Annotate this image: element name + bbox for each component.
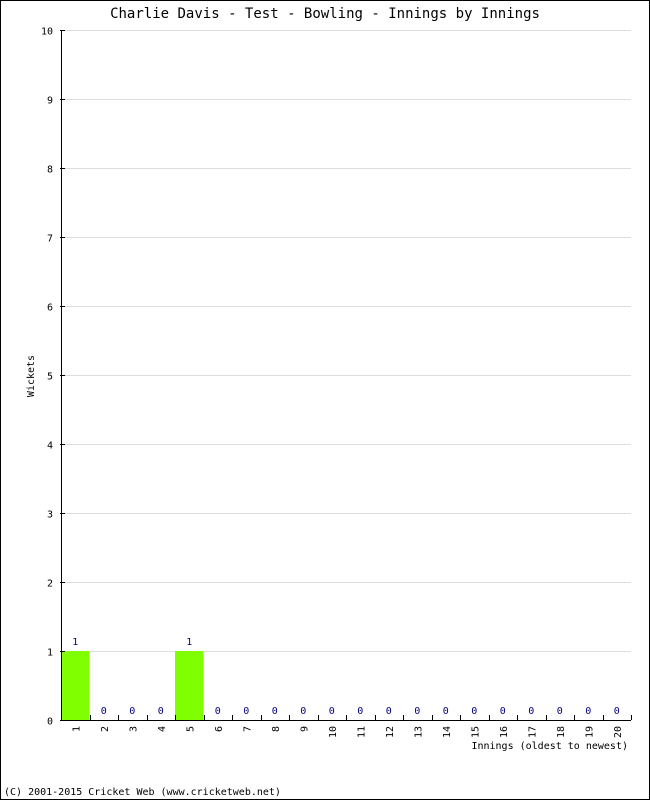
x-tick-label: 5 — [185, 726, 196, 732]
x-tick-label: 20 — [613, 726, 624, 738]
x-tick-label: 6 — [214, 726, 225, 732]
x-tick-label: 2 — [100, 726, 111, 732]
y-tick-label: 0 — [47, 717, 53, 728]
y-tick-label: 2 — [47, 579, 53, 590]
chart-title: Charlie Davis - Test - Bowling - Innings… — [110, 6, 540, 22]
bar-chart: Charlie Davis - Test - Bowling - Innings… — [4, 6, 632, 798]
y-tick-label: 4 — [47, 441, 53, 452]
data-label: 0 — [528, 706, 534, 717]
data-label: 0 — [500, 706, 506, 717]
x-tick-label: 9 — [299, 726, 310, 732]
x-ticks: 1 2 3 4 5 6 7 8 9 10 11 12 13 14 15 16 17 18 19 20 — [71, 715, 632, 738]
data-label: 0 — [471, 706, 477, 717]
data-label: 1 — [186, 637, 192, 648]
copyright-footer: (C) 2001-2015 Cricket Web (www.cricketwe… — [4, 787, 281, 798]
x-tick-label: 19 — [584, 726, 595, 738]
x-tick-label: 13 — [413, 726, 424, 738]
y-tick-label: 5 — [47, 372, 53, 383]
y-tick-label: 6 — [47, 303, 53, 314]
data-label: 0 — [300, 706, 306, 717]
x-axis-label: Innings (oldest to newest) — [471, 741, 628, 752]
x-tick-label: 14 — [442, 726, 453, 738]
y-tick-label: 10 — [41, 27, 53, 38]
data-label: 0 — [443, 706, 449, 717]
data-label: 0 — [585, 706, 591, 717]
x-tick-label: 3 — [128, 726, 139, 732]
x-tick-label: 16 — [499, 726, 510, 738]
x-tick-label: 17 — [527, 726, 538, 738]
data-label: 0 — [329, 706, 335, 717]
data-label: 0 — [243, 706, 249, 717]
x-tick-label: 12 — [385, 726, 396, 738]
bar — [175, 651, 204, 720]
grid-lines — [61, 30, 631, 652]
bar — [61, 651, 90, 720]
data-label: 0 — [557, 706, 563, 717]
data-label: 0 — [614, 706, 620, 717]
x-tick-label: 18 — [556, 726, 567, 738]
x-tick-label: 7 — [242, 726, 253, 732]
data-label: 0 — [272, 706, 278, 717]
y-axis-label: Wickets — [26, 355, 37, 397]
data-label: 0 — [357, 706, 363, 717]
data-label: 1 — [72, 637, 78, 648]
data-label: 0 — [101, 706, 107, 717]
data-labels: 1 0 0 0 1 0 0 0 0 0 0 0 0 0 0 0 0 0 0 0 — [72, 637, 620, 717]
y-tick-label: 9 — [47, 96, 53, 107]
x-tick-label: 1 — [71, 726, 82, 732]
data-label: 0 — [414, 706, 420, 717]
x-tick-label: 8 — [271, 726, 282, 732]
data-label: 0 — [215, 706, 221, 717]
data-label: 0 — [386, 706, 392, 717]
y-tick-label: 3 — [47, 510, 53, 521]
x-tick-label: 4 — [157, 726, 168, 732]
data-label: 0 — [158, 706, 164, 717]
y-tick-label: 1 — [47, 648, 53, 659]
y-tick-label: 8 — [47, 165, 53, 176]
x-tick-label: 15 — [470, 726, 481, 738]
x-tick-label: 10 — [328, 726, 339, 738]
y-tick-label: 7 — [47, 234, 53, 245]
x-tick-label: 11 — [356, 726, 367, 738]
data-label: 0 — [129, 706, 135, 717]
